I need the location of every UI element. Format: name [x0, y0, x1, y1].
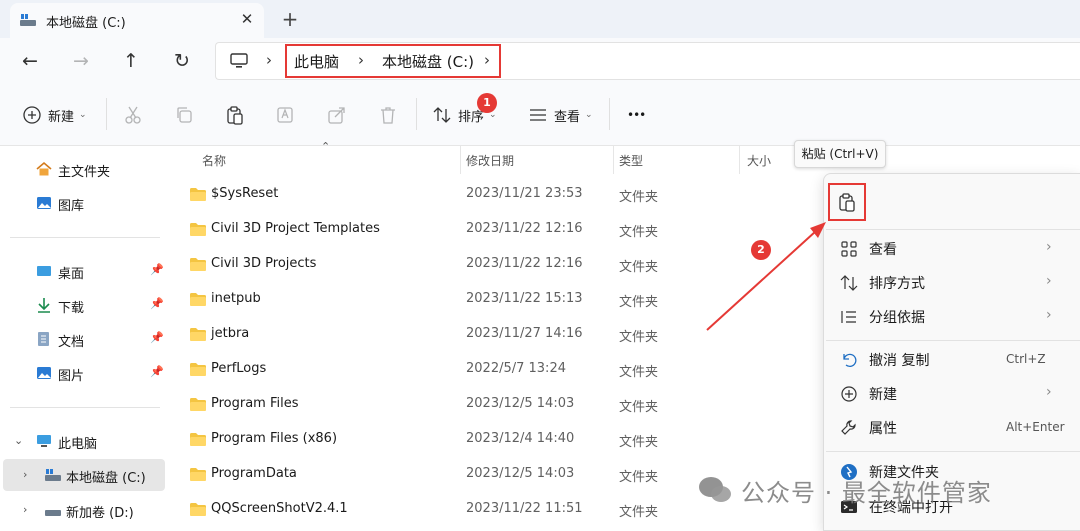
watermark-text: 公众号 · 最全软件管家	[741, 478, 992, 507]
watermark: 公众号 · 最全软件管家	[697, 470, 992, 510]
annotation-arrow-icon	[706, 222, 826, 331]
wechat-logo-icon	[699, 477, 731, 502]
file-explorer-window: 本地磁盘 (C:) ✕ + ← → ↑ ↻ › 此电脑 › 本地磁盘 (C:) …	[0, 0, 1080, 531]
